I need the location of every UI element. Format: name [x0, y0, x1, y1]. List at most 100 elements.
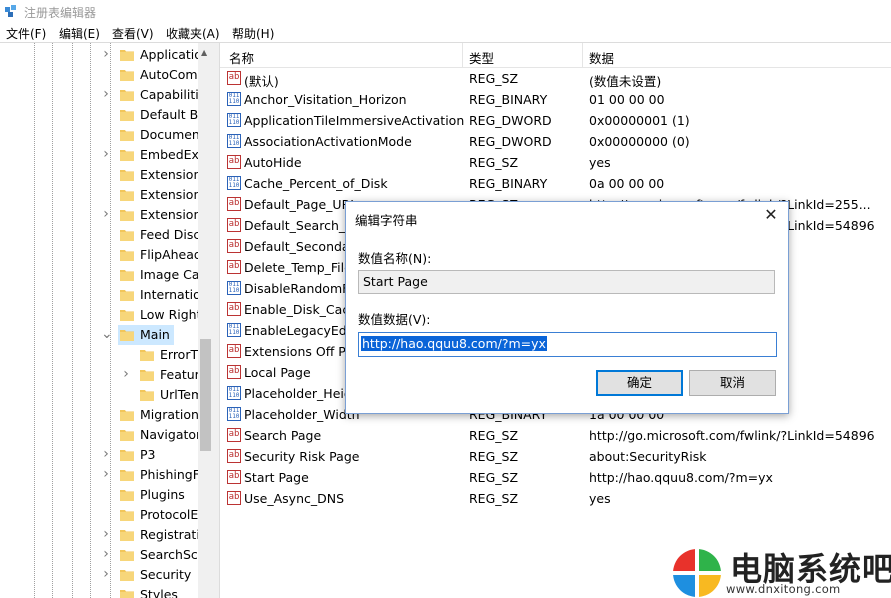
- string-value-icon: ab: [227, 449, 241, 463]
- cancel-button[interactable]: 取消: [689, 370, 776, 396]
- tree-item[interactable]: › P3: [0, 445, 198, 465]
- tree-item-label: ErrorT: [160, 347, 199, 362]
- menu-view[interactable]: 查看(V): [112, 25, 154, 42]
- tree-item[interactable]: › Security: [0, 565, 198, 585]
- binary-value-icon: 011 110: [227, 134, 241, 148]
- tree-item[interactable]: FlipAhead: [0, 245, 202, 265]
- tree-item-label: Internatio: [140, 287, 201, 302]
- value-data: 0x00000000 (0): [589, 134, 690, 149]
- close-icon[interactable]: ✕: [761, 205, 781, 225]
- binary-value-icon: 011 110: [227, 323, 241, 337]
- value-row[interactable]: ab Security Risk Page REG_SZ about:Security…: [220, 446, 891, 467]
- tree-item[interactable]: › Applicatio: [0, 45, 202, 65]
- tree-item[interactable]: ⌄ Main: [0, 325, 198, 345]
- value-name: ApplicationTileImmersiveActivation: [244, 113, 465, 128]
- tree-item-label: FlipAhead: [140, 247, 202, 262]
- folder-icon: [140, 348, 154, 361]
- chevron-right-icon[interactable]: ›: [101, 467, 111, 481]
- chevron-right-icon[interactable]: ›: [101, 547, 111, 561]
- chevron-right-icon[interactable]: ›: [101, 527, 111, 541]
- value-name-field: Start Page: [358, 270, 775, 294]
- tree-item[interactable]: Migration: [0, 405, 199, 425]
- value-row[interactable]: ab Start Page REG_SZ http://hao.qquu8.com/?…: [220, 467, 891, 488]
- value-row[interactable]: 011 110 Anchor_Visitation_Horizon REG_BINAR…: [220, 89, 891, 110]
- string-value-icon: ab: [227, 71, 241, 85]
- chevron-right-icon[interactable]: ›: [101, 47, 111, 61]
- column-header-data[interactable]: 数据: [589, 48, 614, 67]
- value-row[interactable]: ab Search Page REG_SZ http://go.microsoft.c…: [220, 425, 891, 446]
- folder-icon: [120, 88, 134, 101]
- value-name: Search Page: [244, 428, 322, 443]
- menu-help[interactable]: 帮助(H): [232, 25, 274, 42]
- tree-item[interactable]: Image Ca: [0, 265, 200, 285]
- value-row[interactable]: ab Use_Async_DNS REG_SZ yes: [220, 488, 891, 509]
- tree-item[interactable]: Default Be: [0, 105, 206, 125]
- menu-favorites[interactable]: 收藏夹(A): [166, 25, 220, 42]
- value-data: yes: [589, 491, 611, 506]
- tree-item[interactable]: Document: [0, 125, 205, 145]
- tree-item[interactable]: Extension: [0, 165, 201, 185]
- tree-item[interactable]: Plugins: [0, 485, 198, 505]
- tree-item[interactable]: Styles: [0, 585, 198, 598]
- column-separator[interactable]: [462, 43, 463, 67]
- column-header-name[interactable]: 名称: [229, 48, 254, 67]
- value-data: (数值未设置): [589, 74, 662, 89]
- value-type: REG_DWORD: [469, 134, 552, 149]
- value-row[interactable]: 011 110 Cache_Percent_of_Disk REG_BINARY 0a …: [220, 173, 891, 194]
- chevron-right-icon[interactable]: ›: [101, 147, 111, 161]
- tree-item[interactable]: ProtocolE: [0, 505, 198, 525]
- value-data: 0x00000001 (1): [589, 113, 690, 128]
- chevron-right-icon[interactable]: ›: [101, 567, 111, 581]
- tree-item[interactable]: › Featur: [0, 365, 200, 385]
- value-data-input[interactable]: http://hao.qquu8.com/?m=yx: [358, 332, 777, 357]
- tree-scrollbar[interactable]: ▲: [198, 43, 213, 598]
- chevron-right-icon[interactable]: ›: [101, 207, 111, 221]
- tree-item-label: Plugins: [140, 487, 185, 502]
- tree-item[interactable]: UrlTem: [0, 385, 203, 405]
- menu-edit[interactable]: 编辑(E): [59, 25, 100, 42]
- tree-item[interactable]: › SearchSco: [0, 545, 205, 565]
- tree-item[interactable]: › PhishingFi: [0, 465, 202, 485]
- chevron-right-icon[interactable]: ›: [101, 87, 111, 101]
- tree-item[interactable]: ErrorT: [0, 345, 198, 365]
- menu-file[interactable]: 文件(F): [6, 25, 46, 42]
- value-row[interactable]: 011 110 ApplicationTileImmersiveActivation…: [220, 110, 891, 131]
- value-name: AutoHide: [244, 155, 302, 170]
- value-row[interactable]: ab AutoHide REG_SZ yes: [220, 152, 891, 173]
- tree-item[interactable]: Internatio: [0, 285, 201, 305]
- tree-item[interactable]: Low Right: [0, 305, 202, 325]
- folder-icon: [120, 548, 134, 561]
- folder-icon: [120, 148, 134, 161]
- tree-item[interactable]: › Capabilitie: [0, 85, 206, 105]
- scroll-up-arrow-icon[interactable]: ▲: [201, 48, 207, 57]
- column-separator[interactable]: [582, 43, 583, 67]
- value-row[interactable]: ab (默认) REG_SZ (数值未设置): [220, 68, 891, 89]
- tree-item[interactable]: Extension: [0, 185, 201, 205]
- windows-logo-icon: [672, 548, 722, 598]
- tree-item[interactable]: › Extensions: [0, 205, 208, 225]
- string-value-icon: ab: [227, 344, 241, 358]
- column-header-type[interactable]: 类型: [469, 48, 494, 67]
- chevron-down-icon[interactable]: ⌄: [101, 327, 113, 341]
- folder-icon: [120, 428, 134, 441]
- tree-item[interactable]: › Registratio: [0, 525, 207, 545]
- tree-item[interactable]: Feed Disc: [0, 225, 200, 245]
- tree-scrollbar-thumb[interactable]: [200, 339, 211, 451]
- tree-item-label: Main: [140, 327, 170, 342]
- chevron-right-icon[interactable]: ›: [101, 447, 111, 461]
- folder-icon: [120, 328, 134, 341]
- folder-icon: [120, 268, 134, 281]
- chevron-right-icon[interactable]: ›: [121, 367, 131, 381]
- folder-icon: [120, 308, 134, 321]
- tree-item-label: Applicatio: [140, 47, 202, 62]
- tree-item[interactable]: › EmbedExt: [0, 145, 204, 165]
- ok-button[interactable]: 确定: [596, 370, 683, 396]
- value-row[interactable]: 011 110 AssociationActivationMode REG_DWORD…: [220, 131, 891, 152]
- tree-item[interactable]: Navigator: [0, 425, 201, 445]
- tree-item[interactable]: AutoComp: [0, 65, 206, 85]
- registry-tree[interactable]: › Applicatio AutoComp › Capabilitie Default B…: [0, 43, 213, 598]
- folder-icon: [120, 408, 134, 421]
- value-type: REG_SZ: [469, 470, 519, 485]
- value-name: Use_Async_DNS: [244, 491, 345, 506]
- folder-icon: [120, 188, 134, 201]
